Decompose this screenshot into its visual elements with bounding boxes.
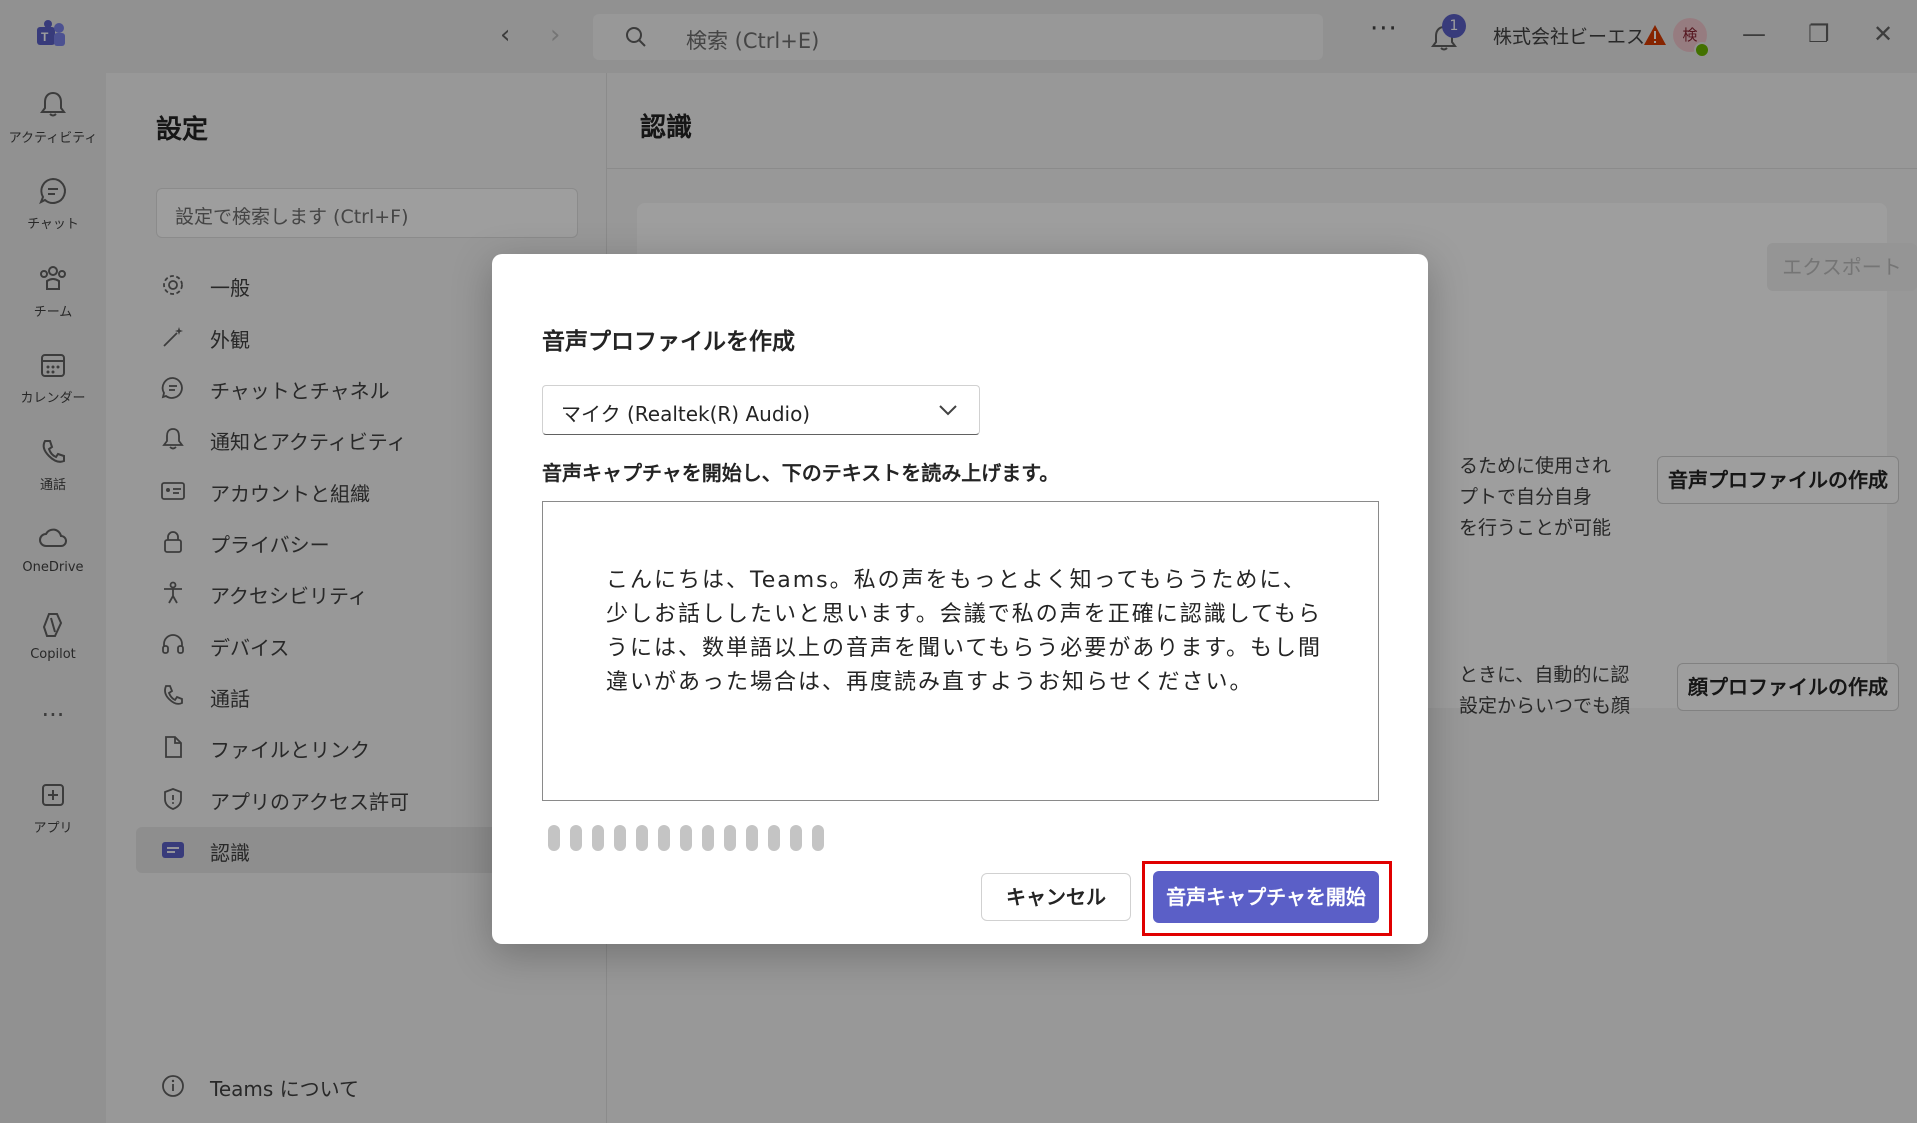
level-bar [548,825,560,851]
level-bar [592,825,604,851]
level-bar [614,825,626,851]
level-bar [724,825,736,851]
level-bar [746,825,758,851]
cancel-button[interactable]: キャンセル [981,873,1131,921]
dialog-title: 音声プロファイルを作成 [542,329,795,355]
level-bar [768,825,780,851]
microphone-selected-value: マイク (Realtek(R) Audio) [561,402,811,426]
level-bar [658,825,670,851]
level-bar [702,825,714,851]
read-aloud-text: こんにちは、Teams。私の声をもっとよく知ってもらうために、少しお話ししたいと… [606,568,1323,695]
level-bar [790,825,802,851]
level-bar [680,825,692,851]
create-voice-profile-dialog: 音声プロファイルを作成 マイク (Realtek(R) Audio) 音声キャプ… [492,254,1428,944]
start-voice-capture-button[interactable]: 音声キャプチャを開始 [1153,871,1379,923]
level-bar [812,825,824,851]
audio-level-meter [548,825,824,851]
read-aloud-text-box: こんにちは、Teams。私の声をもっとよく知ってもらうために、少しお話ししたいと… [542,501,1379,801]
level-bar [570,825,582,851]
chevron-down-icon [939,405,957,416]
microphone-select[interactable]: マイク (Realtek(R) Audio) [542,385,980,435]
level-bar [636,825,648,851]
dialog-instruction: 音声キャプチャを開始し、下のテキストを読み上げます。 [542,461,1060,485]
